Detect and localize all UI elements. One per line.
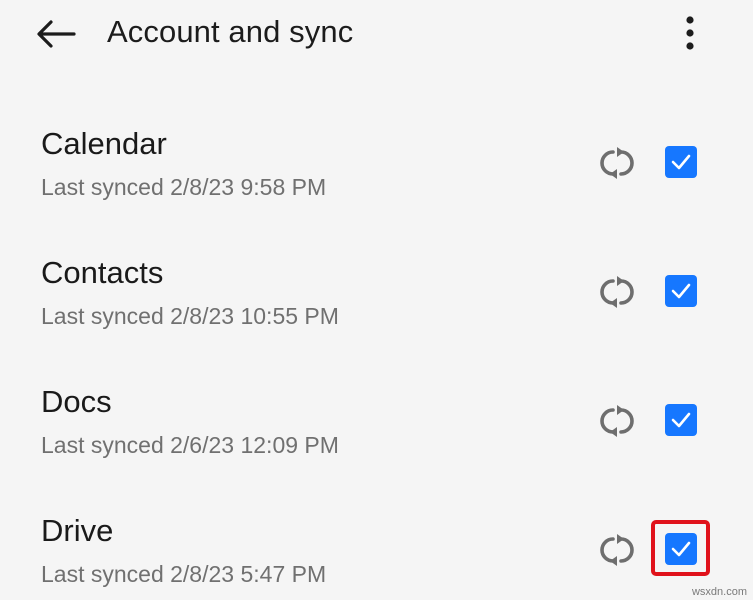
sync-icon [600, 405, 634, 437]
sync-item-drive[interactable]: Drive Last synced 2/8/23 5:47 PM [0, 509, 753, 600]
last-synced-text: Last synced 2/8/23 5:47 PM [41, 561, 327, 587]
sync-now-button[interactable] [598, 273, 636, 311]
check-icon [671, 412, 691, 428]
sync-item-name: Calendar [41, 126, 167, 161]
watermark: wsxdn.com [691, 586, 747, 598]
sync-item-name: Docs [41, 384, 112, 419]
sync-item-calendar[interactable]: Calendar Last synced 2/8/23 9:58 PM [0, 122, 753, 240]
sync-icon [600, 147, 634, 179]
account-sync-screen: Account and sync Calendar Last synced 2/… [0, 0, 753, 600]
sync-now-button[interactable] [598, 144, 636, 182]
sync-checkbox[interactable] [665, 404, 697, 436]
app-bar: Account and sync [0, 0, 753, 72]
sync-now-button[interactable] [598, 531, 636, 569]
check-icon [671, 283, 691, 299]
last-synced-text: Last synced 2/6/23 12:09 PM [41, 432, 339, 458]
more-vert-icon [686, 16, 694, 50]
last-synced-text: Last synced 2/8/23 10:55 PM [41, 303, 339, 329]
check-icon [671, 154, 691, 170]
sync-icon [600, 276, 634, 308]
back-button[interactable] [30, 12, 82, 56]
arrow-left-icon [37, 20, 76, 48]
sync-checkbox[interactable] [665, 146, 697, 178]
sync-now-button[interactable] [598, 402, 636, 440]
sync-item-contacts[interactable]: Contacts Last synced 2/8/23 10:55 PM [0, 251, 753, 369]
sync-checkbox[interactable] [665, 275, 697, 307]
last-synced-text: Last synced 2/8/23 9:58 PM [41, 174, 327, 200]
sync-checkbox[interactable] [665, 533, 697, 565]
sync-item-docs[interactable]: Docs Last synced 2/6/23 12:09 PM [0, 380, 753, 498]
sync-item-name: Contacts [41, 255, 164, 290]
check-icon [671, 541, 691, 557]
sync-items-list: Calendar Last synced 2/8/23 9:58 PM Cont… [0, 0, 753, 600]
sync-item-name: Drive [41, 513, 114, 548]
page-title: Account and sync [107, 14, 354, 49]
more-options-button[interactable] [668, 8, 712, 58]
sync-icon [600, 534, 634, 566]
